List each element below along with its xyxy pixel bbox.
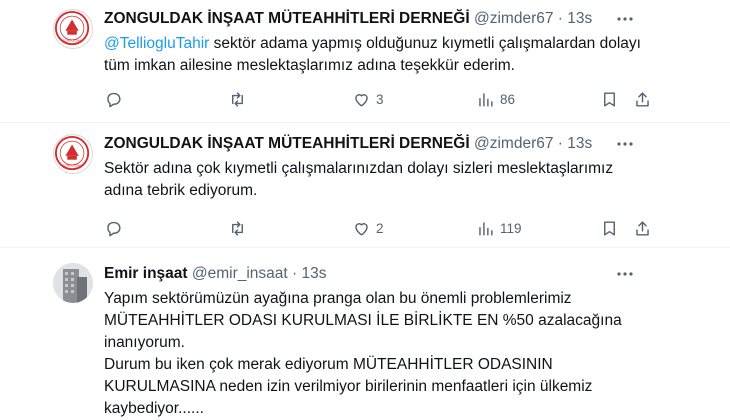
tweet-actions: 2 119	[104, 217, 656, 239]
tweet-actions: 3 86	[104, 88, 656, 110]
like-count: 2	[376, 220, 384, 236]
tweet[interactable]: ZONGULDAK ZONGULDAK İNŞAAT MÜTEAHHİTLERİ…	[0, 0, 730, 123]
views-button[interactable]: 86	[476, 88, 515, 110]
share-icon	[636, 91, 649, 107]
separator: ·	[557, 10, 563, 27]
author-handle[interactable]: @zimder67	[474, 135, 553, 152]
reply-button[interactable]	[104, 88, 123, 110]
avatar[interactable]: ZONGULDAK	[53, 9, 93, 49]
bookmark-icon	[604, 220, 615, 236]
views-icon	[479, 221, 493, 236]
tweet-text: Sektör adına çok kıymetli çalışmalarınız…	[104, 160, 614, 199]
author-name[interactable]: ZONGULDAK İNŞAAT MÜTEAHHİTLERİ DERNEĞİ	[104, 10, 470, 27]
separator: ·	[292, 265, 298, 282]
bookmark-icon	[604, 91, 615, 107]
more-icon[interactable]	[615, 9, 635, 29]
tweet[interactable]: Emir inşaat @emir_insaat · 13s Yapım sek…	[0, 248, 730, 420]
svg-text:ZONGULDAK: ZONGULDAK	[63, 163, 82, 167]
view-count: 119	[500, 220, 522, 236]
share-icon	[636, 220, 649, 236]
timestamp[interactable]: 13s	[302, 265, 327, 282]
author-handle[interactable]: @zimder67	[474, 10, 553, 27]
zimder-logo-icon: ZONGULDAK	[54, 10, 90, 46]
author-handle[interactable]: @emir_insaat	[192, 265, 288, 282]
building-photo-icon	[53, 263, 93, 303]
like-button[interactable]: 2	[352, 217, 384, 239]
like-icon	[355, 222, 368, 236]
avatar[interactable]	[53, 263, 93, 303]
avatar[interactable]: ZONGULDAK	[53, 134, 93, 174]
reply-button[interactable]	[104, 217, 123, 239]
tweet-header: ZONGULDAK İNŞAAT MÜTEAHHİTLERİ DERNEĞİ @…	[104, 134, 620, 154]
more-icon[interactable]	[615, 134, 635, 154]
tweet-header: Emir inşaat @emir_insaat · 13s	[104, 264, 620, 284]
more-icon[interactable]	[615, 264, 635, 284]
reply-icon	[107, 221, 121, 236]
zimder-logo-icon: ZONGULDAK	[54, 135, 90, 171]
retweet-icon	[232, 220, 243, 236]
tweet-text: @TelliogluTahir sektör adama yapmış oldu…	[104, 33, 644, 77]
tweet-text: Yapım sektörümüzün ayağına pranga olan b…	[104, 288, 629, 420]
retweet-icon	[232, 91, 243, 107]
share-button[interactable]	[633, 217, 652, 239]
views-button[interactable]: 119	[476, 217, 522, 239]
timestamp[interactable]: 13s	[567, 10, 592, 27]
author-name[interactable]: Emir inşaat	[104, 265, 188, 282]
tweet-paragraph: Yapım sektörümüzün ayağına pranga olan b…	[104, 290, 622, 351]
share-button[interactable]	[633, 88, 652, 110]
retweet-button[interactable]	[228, 217, 247, 239]
tweet-header: ZONGULDAK İNŞAAT MÜTEAHHİTLERİ DERNEĞİ @…	[104, 9, 620, 29]
bookmark-button[interactable]	[600, 217, 619, 239]
tweet-paragraph: Durum bu iken çok merak ediyorum MÜTEAHH…	[104, 356, 593, 417]
bookmark-button[interactable]	[600, 88, 619, 110]
timestamp[interactable]: 13s	[567, 135, 592, 152]
like-button[interactable]: 3	[352, 88, 384, 110]
retweet-button[interactable]	[228, 88, 247, 110]
reply-icon	[107, 92, 121, 107]
like-count: 3	[376, 91, 384, 107]
mention-link[interactable]: @TelliogluTahir	[104, 35, 209, 52]
view-count: 86	[500, 91, 516, 107]
author-name[interactable]: ZONGULDAK İNŞAAT MÜTEAHHİTLERİ DERNEĞİ	[104, 135, 470, 152]
like-icon	[355, 93, 368, 107]
tweet[interactable]: ZONGULDAK ZONGULDAK İNŞAAT MÜTEAHHİTLERİ…	[0, 123, 730, 248]
separator: ·	[557, 135, 563, 152]
timeline: ZONGULDAK ZONGULDAK İNŞAAT MÜTEAHHİTLERİ…	[0, 0, 730, 420]
views-icon	[479, 92, 493, 107]
svg-text:ZONGULDAK: ZONGULDAK	[63, 38, 82, 42]
